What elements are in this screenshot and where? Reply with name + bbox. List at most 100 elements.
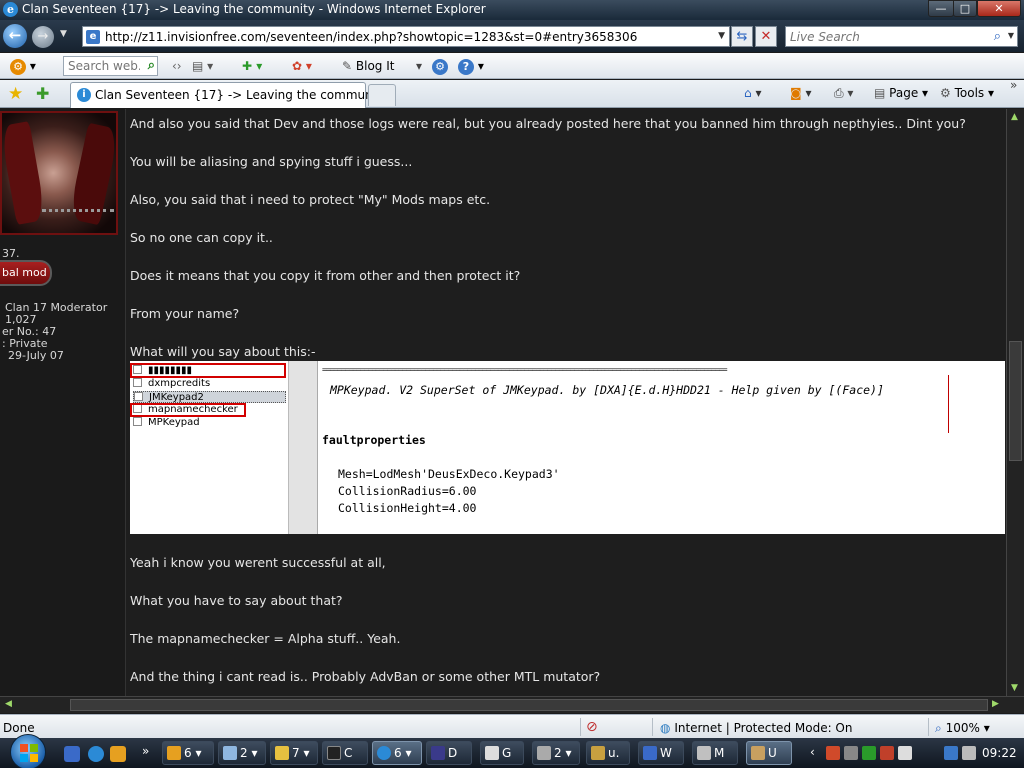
zoom-level[interactable]: ⌕ 100% ▾ [935, 721, 990, 736]
ie-logo-icon: e [3, 2, 18, 17]
tray-app-icon[interactable] [862, 746, 876, 760]
task-icon [485, 746, 499, 760]
address-chevron-down-icon[interactable]: ▼ [718, 31, 725, 41]
task-icon [697, 746, 711, 760]
minimize-button[interactable]: — [928, 0, 954, 17]
scroll-up-icon[interactable]: ▲ [1011, 112, 1018, 122]
network-icon[interactable] [944, 746, 958, 760]
code-section: faultproperties [322, 433, 426, 447]
window-title: Clan Seventeen {17} -> Leaving the commu… [22, 2, 486, 16]
tab-clan-seventeen[interactable]: i Clan Seventeen {17} -> Leaving the com… [70, 82, 388, 108]
media-quicklaunch-icon[interactable] [110, 746, 126, 762]
messenger-icon[interactable]: ✿ ▾ [292, 57, 312, 75]
taskbar-group-8[interactable]: 2 ▾ [532, 741, 580, 765]
more-chevron-icon[interactable]: » [1010, 78, 1017, 92]
post-line: What will you say about this:- [130, 344, 316, 359]
scroll-left-icon[interactable]: ◀ [5, 699, 12, 709]
toolbar-settings-icon[interactable]: ⚙ [432, 57, 448, 75]
security-zone[interactable]: ◍ Internet | Protected Mode: On [660, 721, 852, 735]
pane-divider [288, 361, 318, 534]
tray-expand-chevron-icon[interactable]: ‹ [810, 745, 815, 759]
globe-icon: ◍ [660, 721, 671, 735]
tray-app-icon[interactable] [844, 746, 858, 760]
post-line: From your name? [130, 306, 240, 321]
forward-button[interactable]: → [32, 26, 54, 48]
code-separator: ========================================… [322, 365, 728, 374]
favorites-star-icon[interactable]: ★ [8, 84, 23, 104]
status-divider [580, 718, 581, 736]
checkbox-icon [134, 392, 143, 401]
close-button[interactable]: ✕ [977, 0, 1021, 17]
task-icon [751, 746, 765, 760]
toolbar-help-icon[interactable]: ? ▾ [458, 57, 484, 75]
taskbar-group-12[interactable]: U [746, 741, 792, 765]
toolbar-page-icon[interactable]: ▤ ▾ [192, 57, 213, 75]
blog-it-chevron-down-icon[interactable]: ▾ [416, 57, 422, 75]
tray-app-icon[interactable] [826, 746, 840, 760]
recent-pages-chevron-down-icon[interactable]: ▼ [60, 29, 67, 39]
taskbar-group-7[interactable]: G [480, 741, 524, 765]
scroll-right-icon[interactable]: ▶ [992, 699, 999, 709]
quicklaunch-more-chevron-icon[interactable]: » [142, 744, 149, 758]
task-label: W [660, 746, 672, 760]
taskbar-group-9[interactable]: u. [586, 741, 630, 765]
live-search-box[interactable]: ⌕ ▼ [785, 26, 1018, 47]
blog-pencil-icon: ✎ [342, 59, 353, 73]
clock[interactable]: 09:22 [982, 746, 1017, 760]
post-line: The mapnamechecker = Alpha stuff.. Yeah. [130, 631, 401, 646]
task-count: 7 [292, 746, 300, 760]
taskbar-group-2[interactable]: 2 ▾ [218, 741, 266, 765]
popup-blocked-icon[interactable]: ⊘ [586, 719, 598, 735]
task-label: D [448, 746, 458, 760]
vertical-scrollbar[interactable]: ▲ ▼ [1006, 109, 1024, 696]
scroll-down-icon[interactable]: ▼ [1011, 683, 1018, 693]
status-text: Done [3, 721, 35, 735]
toolbar-search-icon[interactable]: ⌕ [148, 58, 155, 73]
home-icon[interactable]: ⌂ ▾ [744, 86, 761, 100]
avatar[interactable] [0, 111, 118, 235]
show-desktop-icon[interactable] [64, 746, 80, 762]
toolbar-grip-icon: ‹› [172, 59, 182, 73]
blog-it-button[interactable]: ✎ Blog It [342, 57, 394, 75]
list-item: MPKeypad [133, 417, 200, 429]
search-icon[interactable]: ⌕ [994, 29, 1001, 44]
taskbar-group-4[interactable]: C [322, 741, 368, 765]
taskbar-group-11[interactable]: M [692, 741, 738, 765]
toolbar-logo-icon[interactable]: ⚙ ▾ [10, 57, 36, 75]
taskbar-group-3[interactable]: 7 ▾ [270, 741, 318, 765]
ie-quicklaunch-icon[interactable] [88, 746, 104, 762]
vertical-scroll-thumb[interactable] [1009, 341, 1022, 461]
taskbar-group-10[interactable]: W [638, 741, 684, 765]
add-icon[interactable]: ✚ ▾ [242, 57, 262, 75]
task-icon [431, 746, 445, 760]
maximize-button[interactable]: □ [953, 0, 977, 17]
taskbar-group-5[interactable]: 6 ▾ [372, 741, 422, 765]
task-icon [167, 746, 181, 760]
add-favorites-icon[interactable]: ✚ [36, 84, 49, 103]
start-button[interactable] [10, 734, 46, 768]
refresh-button[interactable]: ⇆ [731, 26, 753, 47]
volume-icon[interactable] [962, 746, 976, 760]
live-search-input[interactable] [790, 29, 985, 44]
toolbar-search-input[interactable] [64, 57, 140, 75]
taskbar-group-6[interactable]: D [426, 741, 472, 765]
red-highlight-box [130, 403, 246, 417]
address-bar[interactable]: e http://z11.invisionfree.com/seventeen/… [82, 26, 730, 47]
stop-button[interactable]: ✕ [755, 26, 777, 47]
taskbar-group-1[interactable]: 6 ▾ [162, 741, 214, 765]
horizontal-scroll-thumb[interactable] [70, 699, 988, 711]
new-tab-button[interactable] [368, 84, 396, 106]
search-chevron-down-icon[interactable]: ▼ [1008, 31, 1014, 40]
page-menu-label: Page [889, 86, 919, 100]
address-url[interactable]: http://z11.invisionfree.com/seventeen/in… [105, 30, 637, 44]
tray-app-icon[interactable] [880, 746, 894, 760]
page-menu[interactable]: ▤ Page ▾ [874, 86, 928, 100]
toolbar-search-box[interactable]: ⌕ [63, 56, 158, 76]
tools-menu[interactable]: ⚙ Tools ▾ [940, 86, 994, 100]
back-button[interactable]: ← [3, 24, 27, 48]
horizontal-scrollbar[interactable]: ◀ ▶ [0, 696, 1024, 713]
file-name: MPKeypad [148, 417, 200, 428]
print-icon[interactable]: ⎙ ▾ [834, 86, 853, 101]
feeds-icon[interactable]: ◙ ▾ [790, 86, 812, 100]
tray-app-icon[interactable] [898, 746, 912, 760]
